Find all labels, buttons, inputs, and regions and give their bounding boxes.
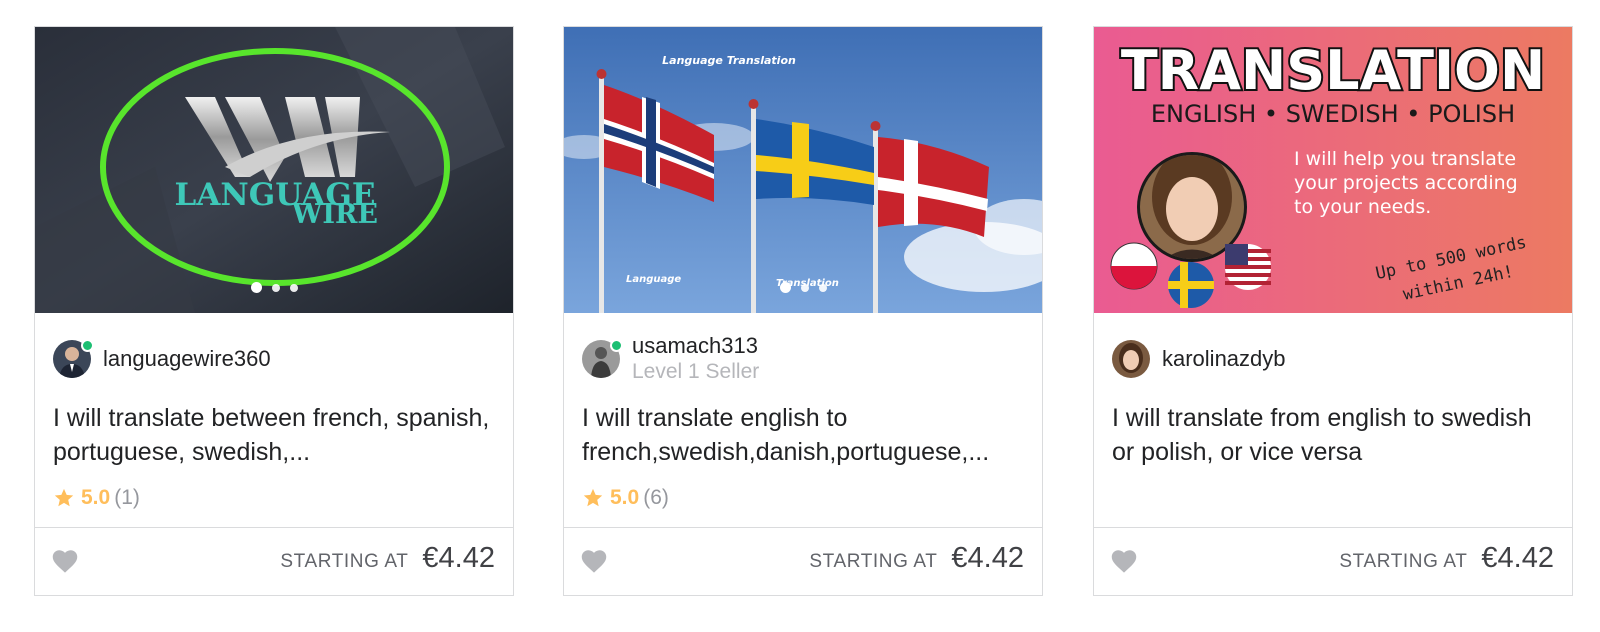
gig-title[interactable]: I will translate english to french,swedi… xyxy=(582,401,1028,469)
gig-footer: STARTING AT €4.42 xyxy=(35,527,513,595)
gig-thumbnail[interactable]: TRANSLATION ENGLISH • SWEDISH • POLISH I… xyxy=(1094,27,1572,313)
carousel-dot[interactable] xyxy=(271,283,280,292)
carousel-dot[interactable] xyxy=(818,283,827,292)
gig-image: TRANSLATION ENGLISH • SWEDISH • POLISH I… xyxy=(1094,27,1572,313)
seller-name[interactable]: usamach313 xyxy=(632,333,759,359)
gig-title[interactable]: I will translate from english to swedish… xyxy=(1112,401,1558,469)
online-indicator xyxy=(610,339,623,352)
seller-info: usamach313 Level 1 Seller xyxy=(582,333,759,383)
avatar[interactable] xyxy=(1112,340,1150,378)
heart-icon[interactable] xyxy=(580,548,608,574)
seller-name[interactable]: languagewire360 xyxy=(103,346,271,372)
online-indicator xyxy=(81,339,94,352)
gig-card[interactable]: Language Translation Language Translatio… xyxy=(563,26,1043,596)
starting-at-label: STARTING AT xyxy=(809,551,938,572)
gig-card[interactable]: TRANSLATION ENGLISH • SWEDISH • POLISH I… xyxy=(1093,26,1573,596)
gig-thumbnail[interactable]: LANGUAGE WIRE xyxy=(35,27,513,313)
svg-text:Language Translation: Language Translation xyxy=(662,54,796,67)
rating-score: 5.0 xyxy=(81,486,111,509)
carousel-dot[interactable] xyxy=(289,283,298,292)
svg-text:I will help you translate: I will help you translate xyxy=(1294,148,1516,170)
gig-card[interactable]: LANGUAGE WIRE languagewire360 I will tra… xyxy=(34,26,514,596)
seller-info: languagewire360 xyxy=(53,339,271,379)
rating: 5.0 (6) xyxy=(582,485,669,511)
carousel-dots xyxy=(35,282,513,293)
heart-icon[interactable] xyxy=(1110,548,1138,574)
avatar[interactable] xyxy=(53,339,94,378)
carousel-dot[interactable] xyxy=(250,282,262,293)
rating-score: 5.0 xyxy=(610,486,640,509)
svg-text:WIRE: WIRE xyxy=(291,199,378,230)
starting-at-label: STARTING AT xyxy=(280,551,409,572)
star-icon xyxy=(583,488,603,507)
svg-text:to your needs.: to your needs. xyxy=(1294,196,1431,218)
price[interactable]: €4.42 xyxy=(1481,542,1554,575)
avatar[interactable] xyxy=(582,339,623,378)
carousel-dot[interactable] xyxy=(800,283,809,292)
rating-count: (1) xyxy=(114,486,140,509)
price[interactable]: €4.42 xyxy=(422,542,495,575)
carousel-dots xyxy=(564,282,1042,293)
rating: 5.0 (1) xyxy=(53,485,140,511)
price[interactable]: €4.42 xyxy=(951,542,1024,575)
rating-count: (6) xyxy=(643,486,669,509)
seller-info: karolinazdyb xyxy=(1112,339,1286,379)
gig-footer: STARTING AT €4.42 xyxy=(1094,527,1572,595)
gig-title[interactable]: I will translate between french, spanish… xyxy=(53,401,499,469)
gig-thumbnail[interactable]: Language Translation Language Translatio… xyxy=(564,27,1042,313)
svg-text:ENGLISH • SWEDISH • POLISH: ENGLISH • SWEDISH • POLISH xyxy=(1151,100,1515,128)
starting-at-label: STARTING AT xyxy=(1339,551,1468,572)
seller-level: Level 1 Seller xyxy=(632,360,760,383)
gig-image: LANGUAGE WIRE xyxy=(35,27,513,313)
svg-text:TRANSLATION: TRANSLATION xyxy=(1121,39,1545,102)
gig-image: Language Translation Language Translatio… xyxy=(564,27,1042,313)
heart-icon[interactable] xyxy=(51,548,79,574)
seller-name[interactable]: karolinazdyb xyxy=(1162,346,1286,372)
svg-text:your projects according: your projects according xyxy=(1294,172,1518,194)
star-icon xyxy=(54,488,74,507)
gig-footer: STARTING AT €4.42 xyxy=(564,527,1042,595)
carousel-dot[interactable] xyxy=(779,282,791,293)
